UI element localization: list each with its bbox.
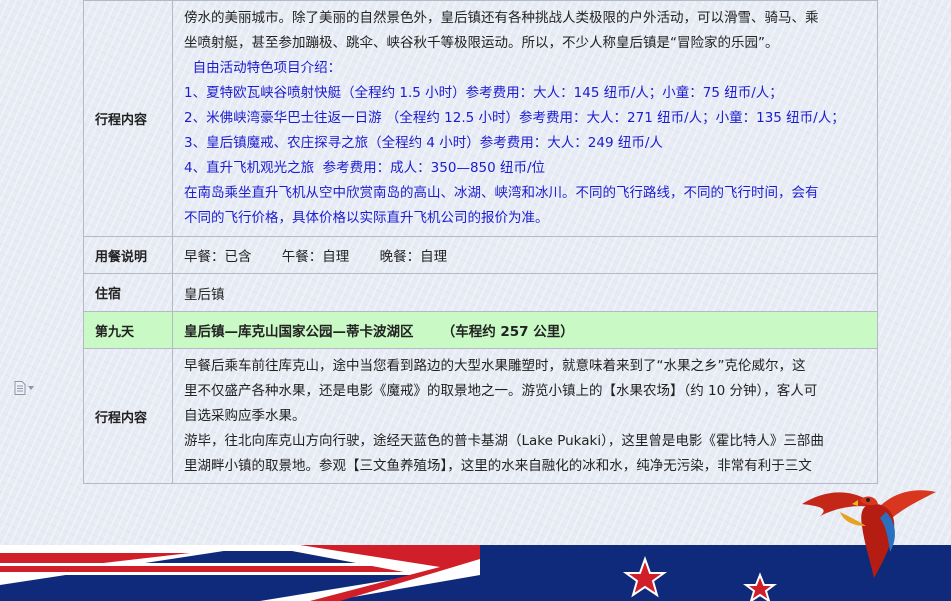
page-options-icon[interactable] — [14, 380, 34, 396]
accommodation-value: 皇后镇 — [172, 273, 878, 312]
red-parrot — [802, 490, 936, 578]
itinerary-content-row: 行程内容 早餐后乘车前往库克山，途中当您看到路边的大型水果雕塑时，就意味着来到了… — [83, 348, 878, 484]
lunch-info: 午餐：自理 — [281, 249, 350, 265]
content-line: 里不仅盛产各种水果，还是电影《魔戒》的取景地之一。游览小镇上的【水果农场】（约 … — [184, 382, 818, 399]
accommodation-row: 住宿 皇后镇 — [83, 273, 878, 312]
row-label: 用餐说明 — [83, 236, 173, 274]
row-label: 住宿 — [83, 273, 173, 312]
row-label: 行程内容 — [83, 348, 173, 484]
content-line: 早餐后乘车前往库克山，途中当您看到路边的大型水果雕塑时，就意味着来到了“水果之乡… — [184, 357, 806, 374]
optional-activity: 3、皇后镇魔戒、农庄探寻之旅（全程约 4 小时）参考费用：大人：249 纽币/人 — [184, 135, 663, 151]
day-route-title: 皇后镇—库克山国家公园—蒂卡波湖区 （车程约 257 公里） — [172, 311, 878, 349]
content-line: 游毕，往北向库克山方向行驶，途经天蓝色的普卡基湖（Lake Pukaki），这里… — [184, 432, 824, 449]
meals-content: 早餐：已含 午餐：自理 晚餐：自理 — [172, 236, 878, 274]
activity-note: 不同的飞行价格，具体价格以实际直升飞机公司的报价为准。 — [184, 210, 549, 226]
optional-activities-heading: 自由活动特色项目介绍： — [184, 60, 342, 76]
row-content: 傍水的美丽城市。除了美丽的自然景色外，皇后镇还有各种挑战人类极限的户外活动，可以… — [172, 0, 878, 237]
row-content: 早餐后乘车前往库克山，途中当您看到路边的大型水果雕塑时，就意味着来到了“水果之乡… — [172, 348, 878, 484]
itinerary-table: 行程内容 傍水的美丽城市。除了美丽的自然景色外，皇后镇还有各种挑战人类极限的户外… — [83, 0, 878, 484]
content-line: 傍水的美丽城市。除了美丽的自然景色外，皇后镇还有各种挑战人类极限的户外活动，可以… — [184, 10, 819, 26]
content-line: 里湖畔小镇的取景地。参观【三文鱼养殖场】，这里的水来自融化的冰和水，纯净无污染，… — [184, 457, 812, 474]
union-jack-flag — [0, 545, 480, 601]
optional-activity: 4、直升飞机观光之旅 参考费用：成人：350—850 纽币/位 — [184, 160, 546, 176]
dinner-info: 晚餐：自理 — [379, 249, 448, 265]
day-label: 第九天 — [83, 311, 173, 349]
dropdown-arrow-icon — [28, 386, 34, 390]
content-line: 自选采购应季水果。 — [184, 407, 306, 424]
row-label: 行程内容 — [83, 0, 173, 237]
content-line: 坐喷射艇，甚至参加蹦极、跳伞、峡谷秋千等极限运动。所以，不少人称皇后镇是“冒险家… — [184, 35, 779, 51]
breakfast-info: 早餐：已含 — [184, 249, 252, 265]
itinerary-content-row: 行程内容 傍水的美丽城市。除了美丽的自然景色外，皇后镇还有各种挑战人类极限的户外… — [83, 0, 878, 237]
document-icon — [14, 381, 26, 395]
optional-activity: 1、夏特欧瓦峡谷喷射快艇（全程约 1.5 小时）参考费用：大人：145 纽币/人… — [184, 85, 783, 101]
meals-row: 用餐说明 早餐：已含 午餐：自理 晚餐：自理 — [83, 236, 878, 274]
day-header-row: 第九天 皇后镇—库克山国家公园—蒂卡波湖区 （车程约 257 公里） — [83, 311, 878, 349]
activity-note: 在南岛乘坐直升飞机从空中欣赏南岛的高山、冰湖、峡湾和冰川。不同的飞行路线，不同的… — [184, 185, 819, 201]
optional-activity: 2、米佛峡湾豪华巴士往返一日游 （全程约 12.5 小时）参考费用：大人：271… — [184, 110, 845, 126]
